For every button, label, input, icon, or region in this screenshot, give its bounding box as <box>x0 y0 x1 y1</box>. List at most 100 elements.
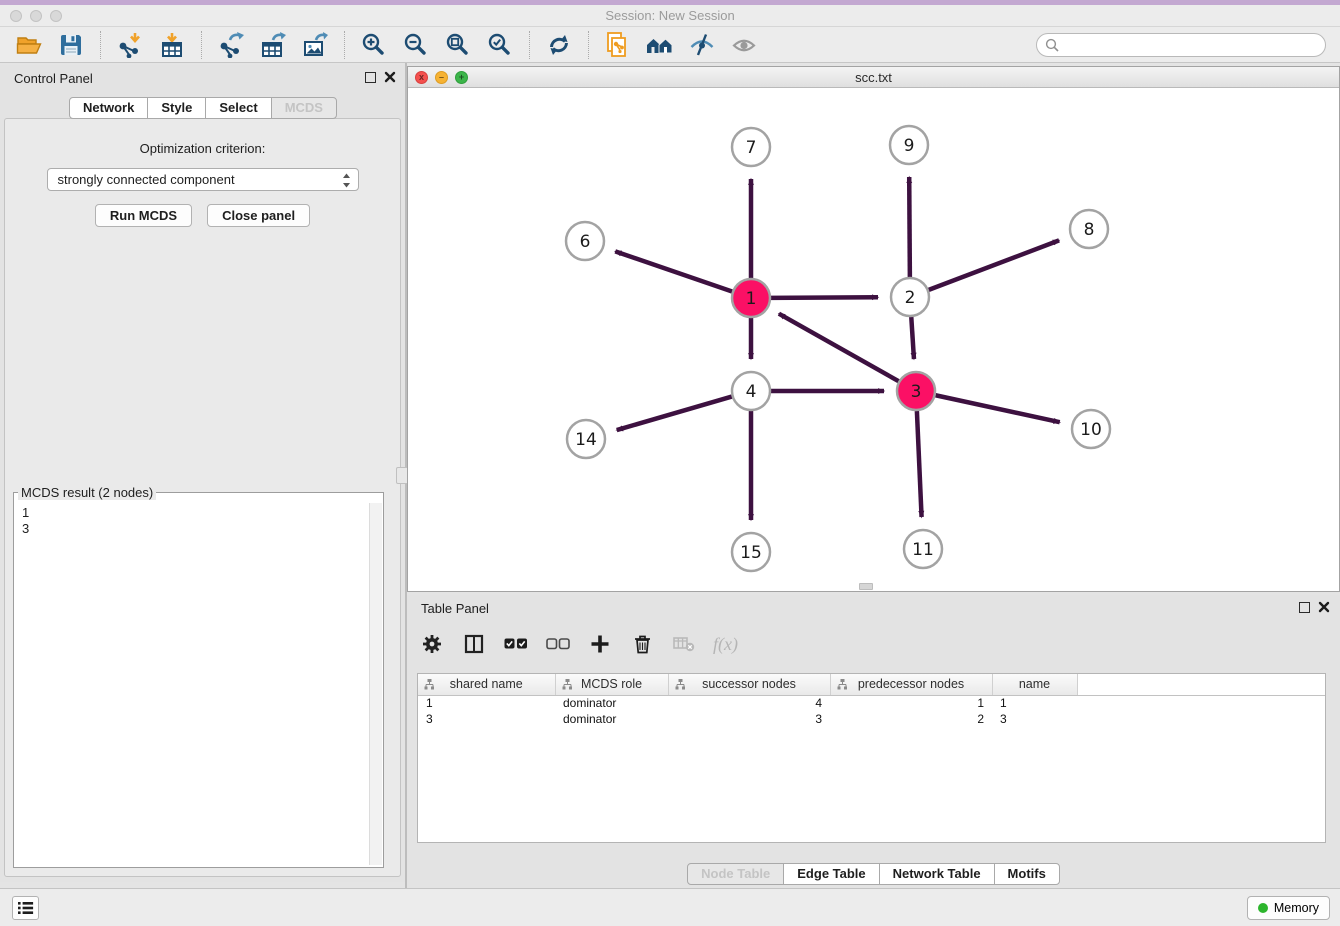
save-session-button[interactable] <box>56 30 86 60</box>
hide-selected-button[interactable] <box>687 30 717 60</box>
graph-node-14[interactable]: 14 <box>567 420 605 458</box>
close-panel-button[interactable]: Close panel <box>207 204 310 227</box>
close-table-panel-icon[interactable] <box>1318 601 1330 613</box>
graph-node-9[interactable]: 9 <box>890 126 928 164</box>
table-cell[interactable]: 3 <box>992 711 1077 727</box>
optimization-select[interactable]: strongly connected component <box>47 168 359 191</box>
table-cell[interactable]: 3 <box>668 711 830 727</box>
edge-4-14[interactable] <box>617 397 732 430</box>
import-table-button[interactable] <box>157 30 187 60</box>
show-all-button[interactable] <box>729 30 759 60</box>
delete-column-button[interactable] <box>629 631 655 657</box>
column-header-shared-name[interactable]: shared name <box>418 674 555 695</box>
run-mcds-button[interactable]: Run MCDS <box>95 204 192 227</box>
graph-node-11[interactable]: 11 <box>904 530 942 568</box>
edge-1-2[interactable] <box>771 297 878 298</box>
graph-node-6[interactable]: 6 <box>566 222 604 260</box>
edge-1-6[interactable] <box>615 251 732 291</box>
float-panel-icon[interactable] <box>365 72 376 83</box>
tab-network-table[interactable]: Network Table <box>879 863 995 885</box>
first-neighbors-button[interactable] <box>645 30 675 60</box>
network-canvas[interactable]: 7 9 6 8 1 2 4 3 14 10 15 11 <box>408 88 1339 591</box>
table-cell[interactable]: 1 <box>830 695 992 711</box>
trash-icon <box>633 634 652 654</box>
table-row[interactable]: 3dominator323 <box>418 711 1325 727</box>
memory-button[interactable]: Memory <box>1247 896 1330 920</box>
network-window: x – + scc.txt 7968124314101511 <box>407 66 1340 592</box>
table-cell[interactable]: 2 <box>830 711 992 727</box>
result-line: 3 <box>22 521 361 537</box>
tab-node-table[interactable]: Node Table <box>687 863 784 885</box>
tab-style[interactable]: Style <box>147 97 206 119</box>
tab-mcds[interactable]: MCDS <box>271 97 337 119</box>
delete-table-button-disabled <box>671 631 697 657</box>
edge-2-8[interactable] <box>929 240 1059 290</box>
edge-2-9[interactable] <box>909 177 910 277</box>
clear-column-selection-button[interactable] <box>545 631 571 657</box>
graph-node-1[interactable]: 1 <box>732 279 770 317</box>
create-column-button[interactable] <box>587 631 613 657</box>
graph-node-8[interactable]: 8 <box>1070 210 1108 248</box>
task-history-button[interactable] <box>12 896 39 920</box>
zoom-fit-button[interactable] <box>443 30 473 60</box>
tab-edge-table[interactable]: Edge Table <box>783 863 879 885</box>
table-cell[interactable]: 1 <box>418 695 555 711</box>
graph-node-10[interactable]: 10 <box>1072 410 1110 448</box>
search-input[interactable] <box>1036 33 1326 57</box>
open-session-button[interactable] <box>14 30 44 60</box>
node-label: 9 <box>904 136 915 156</box>
tab-select[interactable]: Select <box>205 97 271 119</box>
save-floppy-icon <box>58 32 84 58</box>
graph-node-2[interactable]: 2 <box>891 278 929 316</box>
status-bar: Memory <box>0 888 1340 926</box>
float-table-panel-icon[interactable] <box>1299 602 1310 613</box>
table-settings-button[interactable] <box>419 631 445 657</box>
export-image-icon <box>302 32 328 58</box>
column-header-successor-nodes[interactable]: successor nodes <box>668 674 830 695</box>
zoom-in-icon <box>361 32 387 58</box>
edge-2-3[interactable] <box>911 317 914 359</box>
refresh-button[interactable] <box>544 30 574 60</box>
tab-network[interactable]: Network <box>69 97 148 119</box>
zoom-out-button[interactable] <box>401 30 431 60</box>
column-header-MCDS-role[interactable]: MCDS role <box>555 674 668 695</box>
close-panel-icon[interactable] <box>384 71 396 83</box>
show-columns-button[interactable] <box>461 631 487 657</box>
table-cell[interactable]: 3 <box>418 711 555 727</box>
graph-node-4[interactable]: 4 <box>732 372 770 410</box>
table-cell[interactable]: 4 <box>668 695 830 711</box>
edge-3-1[interactable] <box>779 314 899 381</box>
column-header-predecessor-nodes[interactable]: predecessor nodes <box>830 674 992 695</box>
export-network-button[interactable] <box>216 30 246 60</box>
column-header-filler <box>1077 674 1325 695</box>
tab-motifs[interactable]: Motifs <box>994 863 1060 885</box>
edge-3-10[interactable] <box>936 395 1060 422</box>
plus-icon <box>590 634 610 654</box>
network-graph[interactable]: 7 9 6 8 1 2 4 3 14 10 15 11 <box>408 88 1339 591</box>
table-cell[interactable]: dominator <box>555 711 668 727</box>
new-network-from-selection-button[interactable] <box>603 30 633 60</box>
table-cell[interactable]: dominator <box>555 695 668 711</box>
import-network-button[interactable] <box>115 30 145 60</box>
column-header-name[interactable]: name <box>992 674 1077 695</box>
select-all-columns-button[interactable] <box>503 631 529 657</box>
zoom-selected-button[interactable] <box>485 30 515 60</box>
canvas-splitter-handle[interactable] <box>859 583 873 590</box>
node-table-body: 1dominator4113dominator323 <box>418 695 1325 727</box>
control-panel-header: Control Panel <box>0 65 406 91</box>
new-network-from-selection-icon <box>605 32 631 58</box>
graph-node-7[interactable]: 7 <box>732 128 770 166</box>
zoom-in-button[interactable] <box>359 30 389 60</box>
table-cell[interactable]: 1 <box>992 695 1077 711</box>
node-label: 4 <box>746 382 757 402</box>
eye-slash-icon <box>689 32 715 58</box>
result-scrollbar[interactable] <box>369 503 382 865</box>
table-row[interactable]: 1dominator411 <box>418 695 1325 711</box>
edge-3-11[interactable] <box>917 411 922 517</box>
graph-node-15[interactable]: 15 <box>732 533 770 571</box>
unchecked-boxes-icon <box>546 638 570 650</box>
graph-node-3[interactable]: 3 <box>897 372 935 410</box>
export-table-button[interactable] <box>258 30 288 60</box>
node-table[interactable]: shared nameMCDS rolesuccessor nodesprede… <box>418 674 1325 727</box>
export-image-button[interactable] <box>300 30 330 60</box>
